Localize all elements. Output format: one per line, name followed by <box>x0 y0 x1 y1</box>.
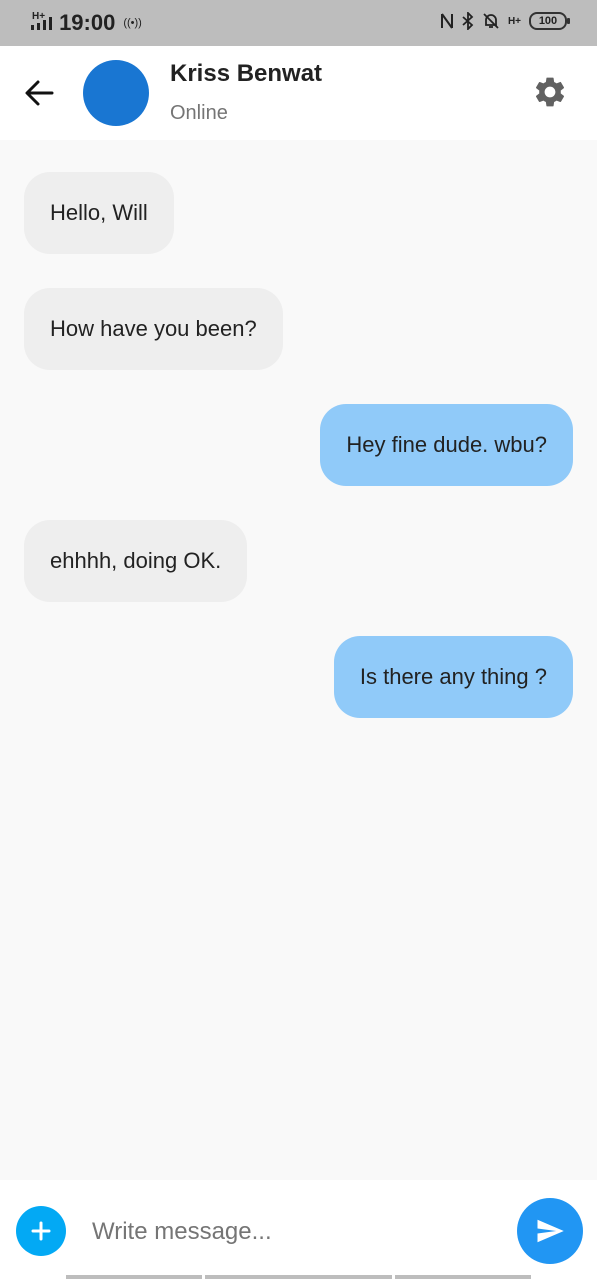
message-composer <box>0 1180 597 1280</box>
chat-header: Kriss Benwat Online <box>0 46 597 140</box>
message-incoming: Hello, Will <box>24 172 174 254</box>
nav-hint-bar <box>66 1275 202 1279</box>
gear-icon[interactable] <box>532 74 568 110</box>
message-incoming: ehhhh, doing OK. <box>24 520 248 602</box>
hotspot-icon: ((•)) <box>123 17 142 29</box>
battery-level: 100 <box>538 15 558 27</box>
clock: 19:00 <box>59 10 116 35</box>
avatar[interactable] <box>83 60 149 126</box>
message-input[interactable] <box>90 1206 504 1258</box>
send-icon <box>537 1219 564 1243</box>
message-text: Is there any thing ? <box>359 664 547 689</box>
message-outgoing: Hey fine dude. wbu? <box>320 404 573 486</box>
contact-status: Online <box>170 102 228 124</box>
message-text: How have you been? <box>50 316 257 341</box>
bluetooth-icon <box>462 12 474 30</box>
nav-hint-bar <box>205 1275 392 1279</box>
message-text: Hello, Will <box>50 200 148 225</box>
message-text: ehhhh, doing OK. <box>50 548 222 573</box>
message-list[interactable]: Hello, Will How have you been? Hey fine … <box>0 140 597 1180</box>
network-type-right: H+ <box>507 15 521 27</box>
message-incoming: How have you been? <box>24 288 283 370</box>
add-attachment-button[interactable] <box>16 1206 66 1256</box>
message-outgoing: Is there any thing ? <box>333 636 573 718</box>
message-text: Hey fine dude. wbu? <box>346 432 547 457</box>
status-right: H+ 100 <box>440 12 570 30</box>
add-icon <box>31 1221 51 1241</box>
nfc-icon <box>440 13 453 29</box>
nav-hint-bar <box>395 1275 531 1279</box>
bell-off-icon <box>483 13 499 29</box>
arrow-back-icon[interactable] <box>22 76 56 110</box>
contact-name: Kriss Benwat <box>170 60 323 87</box>
battery-icon: 100 <box>529 12 570 30</box>
status-left: H+ 19:00 ((•)) <box>31 10 142 36</box>
status-bar: H+ 19:00 ((•)) H+ 100 <box>0 0 597 46</box>
send-button[interactable] <box>517 1198 583 1264</box>
signal-icon <box>31 17 53 30</box>
